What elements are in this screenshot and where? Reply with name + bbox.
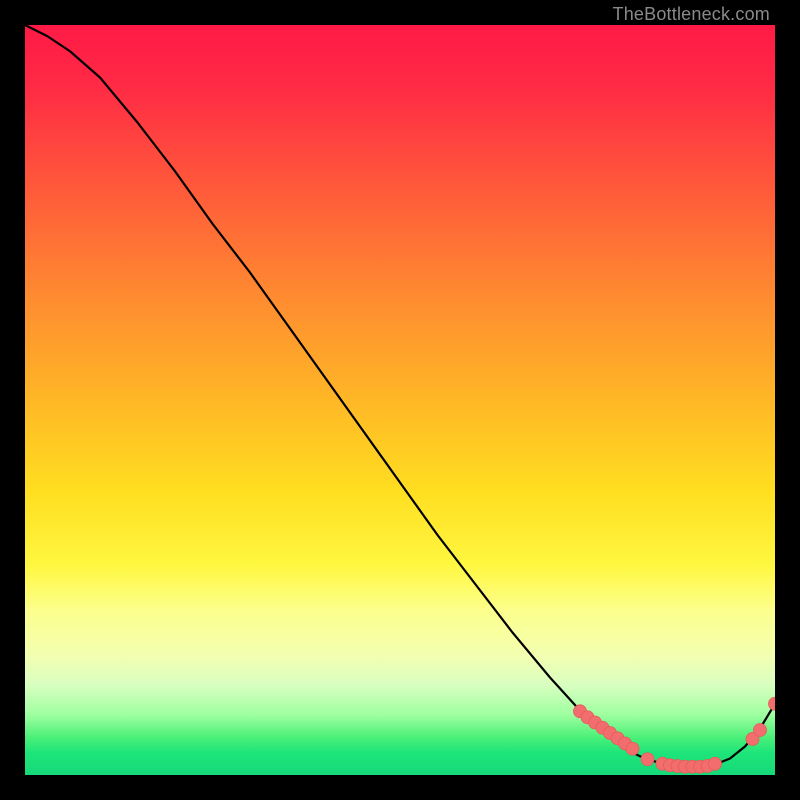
outer-frame: TheBottleneck.com — [0, 0, 800, 800]
plot-area — [25, 25, 775, 775]
watermark-text: TheBottleneck.com — [613, 4, 770, 25]
